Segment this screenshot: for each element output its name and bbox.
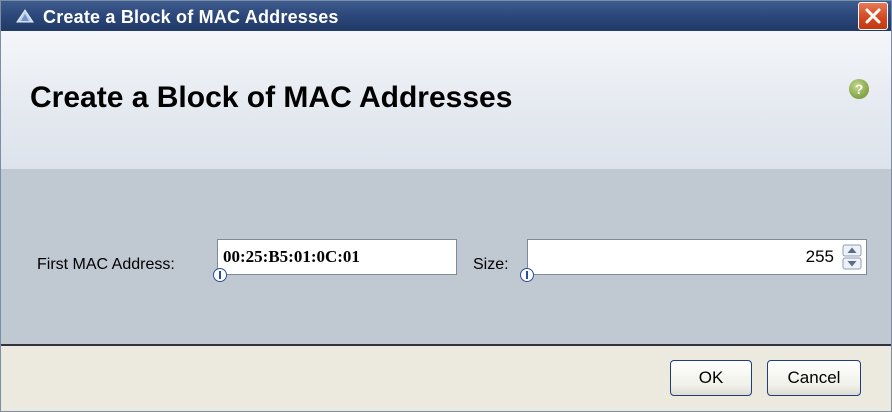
form-area: First MAC Address: 00:25:B5:01:0C:01 Siz… [1,169,891,346]
page-title: Create a Block of MAC Addresses [30,81,513,114]
ok-button[interactable]: OK [670,360,752,396]
dialog-window: Create a Block of MAC Addresses Create a… [0,0,892,412]
title-bar[interactable]: Create a Block of MAC Addresses [1,1,891,31]
increment-arrow-icon[interactable] [842,244,862,257]
size-value: 255 [805,247,834,266]
window-title: Create a Block of MAC Addresses [43,7,339,27]
help-icon[interactable]: ? [849,79,869,99]
cancel-button[interactable]: Cancel [767,360,861,396]
triangle-app-icon [16,9,34,23]
first-mac-address-label: First MAC Address: [37,256,175,273]
size-label: Size: [473,256,509,273]
size-spinner[interactable] [842,244,862,270]
dialog-header: Create a Block of MAC Addresses ? [1,31,891,169]
first-mac-address-value: 00:25:B5:01:0C:01 [223,247,360,266]
close-icon [865,8,881,24]
size-spinner-input[interactable]: 255 [527,239,867,275]
close-button[interactable] [858,2,888,30]
field-info-icon [213,268,227,282]
first-mac-address-input[interactable]: 00:25:B5:01:0C:01 [217,239,457,275]
decrement-arrow-icon[interactable] [842,257,862,270]
dialog-footer: OK Cancel [1,346,891,411]
field-info-icon [520,268,534,282]
